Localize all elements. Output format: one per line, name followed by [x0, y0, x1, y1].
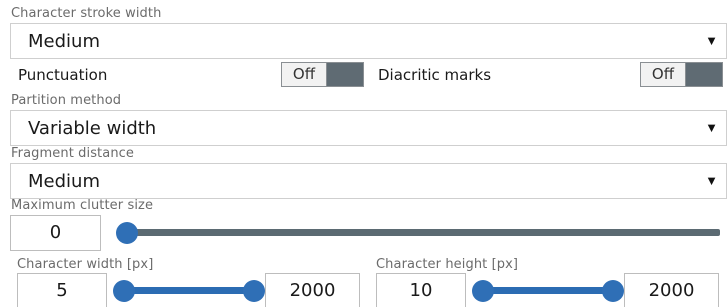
- char-width-range-fill: [124, 287, 254, 294]
- dropdown-arrow-icon: ▼: [705, 120, 718, 135]
- diacritics-toggle-state: Off: [641, 63, 686, 86]
- stroke-width-select[interactable]: Medium ▼: [10, 23, 727, 59]
- punctuation-toggle-state: Off: [282, 63, 327, 86]
- clutter-label: Maximum clutter size: [11, 198, 154, 213]
- partition-label: Partition method: [11, 93, 122, 108]
- dropdown-arrow-icon: ▼: [705, 33, 718, 48]
- char-width-min-input[interactable]: 5: [17, 273, 107, 307]
- char-height-min-handle[interactable]: [472, 280, 494, 302]
- char-height-max-input[interactable]: 2000: [624, 273, 719, 307]
- dropdown-arrow-icon: ▼: [705, 173, 718, 188]
- char-width-max-handle[interactable]: [243, 280, 265, 302]
- char-height-range-fill: [483, 287, 613, 294]
- fragment-label: Fragment distance: [11, 146, 135, 161]
- char-height-label: Character height [px]: [376, 257, 519, 272]
- fragment-select[interactable]: Medium ▼: [10, 163, 727, 199]
- diacritics-toggle[interactable]: Off: [640, 62, 723, 87]
- punctuation-toggle[interactable]: Off: [281, 62, 364, 87]
- char-width-max-input[interactable]: 2000: [265, 273, 360, 307]
- char-height-max-handle[interactable]: [602, 280, 624, 302]
- partition-value: Variable width: [28, 118, 157, 139]
- diacritics-label: Diacritic marks: [378, 66, 492, 84]
- partition-select[interactable]: Variable width ▼: [10, 110, 727, 146]
- fragment-value: Medium: [28, 171, 100, 192]
- clutter-input[interactable]: 0: [10, 215, 101, 251]
- char-height-min-input[interactable]: 10: [376, 273, 466, 307]
- stroke-width-label: Character stroke width: [11, 6, 162, 21]
- stroke-width-value: Medium: [28, 31, 100, 52]
- clutter-slider-track[interactable]: [120, 229, 720, 236]
- char-width-min-handle[interactable]: [113, 280, 135, 302]
- char-width-label: Character width [px]: [17, 257, 154, 272]
- clutter-slider-handle[interactable]: [116, 222, 138, 244]
- punctuation-label: Punctuation: [18, 66, 108, 84]
